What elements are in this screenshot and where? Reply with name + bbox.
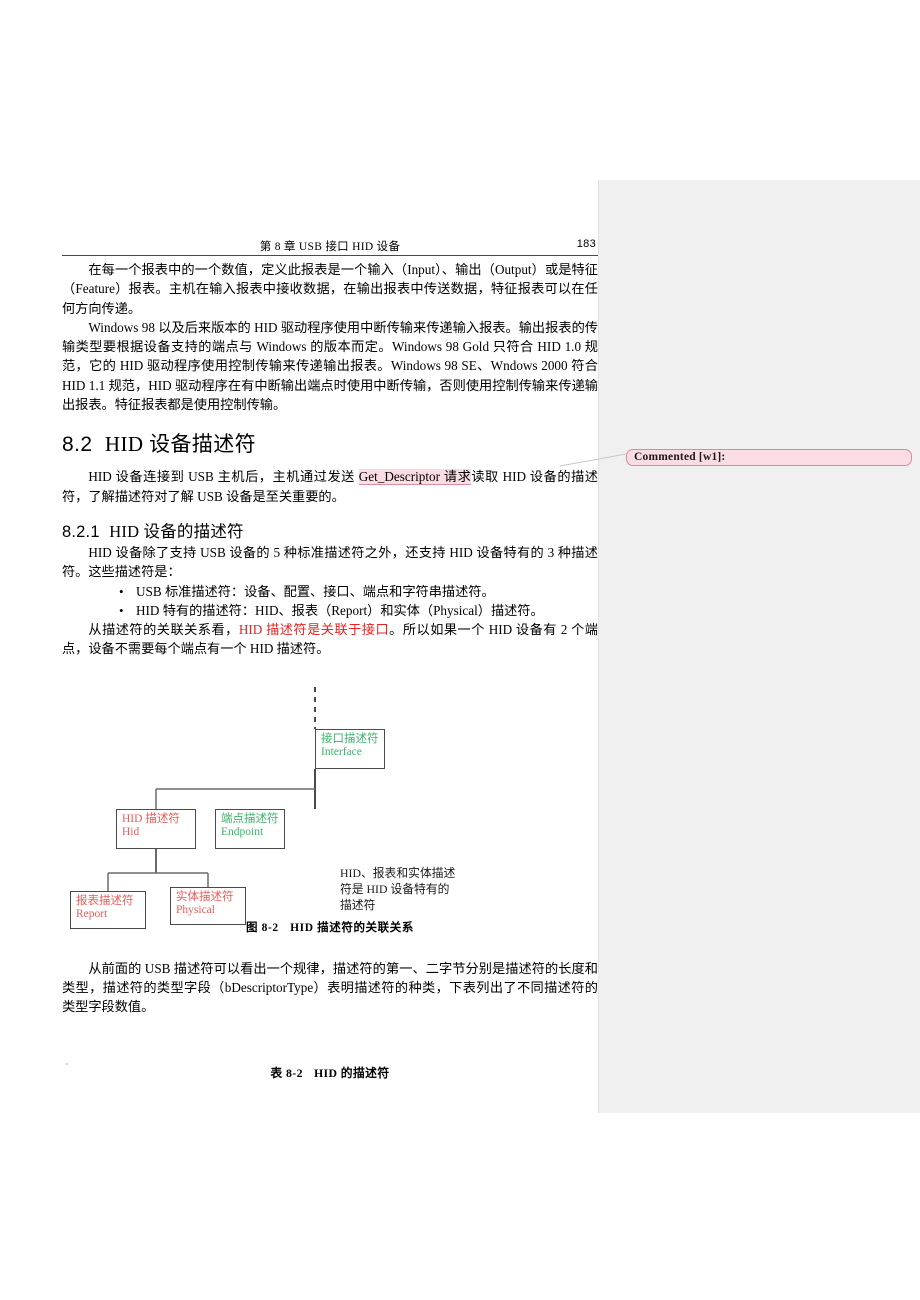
document-page: 第 8 章 USB 接口 HID 设备 183 在每一个报表中的一个数值，定义此… [0,0,920,1300]
paragraph-5-emphasis: HID 描述符是关联于接口 [238,622,390,638]
figure-node-endpoint: 端点描述符 Endpoint [215,808,285,849]
figure-caption-text: HID 描述符的关联关系 [290,921,414,934]
paragraph-6: 从前面的 USB 描述符可以看出一个规律，描述符的第一、二字节分别是描述符的长度… [62,960,598,1015]
subsection-heading-number: 8.2.1 [62,522,100,541]
paragraph-3-before: HID 设备连接到 USB 主机后，主机通过发送 [88,469,359,485]
page-number: 183 [576,238,596,250]
figure-node-physical-cn: 实体描述符 [176,890,234,903]
figure-node-interface-en: Interface [321,746,362,759]
paragraph-1: 在每一个报表中的一个数值，定义此报表是一个输入（Input）、输出（Output… [62,262,598,316]
table-caption-text: HID 的描述符 [313,1065,390,1080]
list-item-text: HID 特有的描述符：HID、报表（Report）和实体（Physical）描述… [136,602,544,618]
list-item: • USB 标准描述符：设备、配置、接口、端点和字符串描述符。 [62,582,598,601]
section-heading: 8.2 HID 设备描述符 [62,428,598,458]
paragraph-5-before: 从描述符的关联关系看， [88,622,239,638]
figure-node-interface-cn: 接口描述符 [321,732,379,745]
section-heading-title: HID 设备描述符 [104,432,257,457]
running-head-title: 第 8 章 USB 接口 HID 设备 [259,241,401,253]
scan-artifact [66,1063,68,1065]
figure-hid-descriptor-tree: 接口描述符 Interface HID 描述符 Hid 端点描述符 Endpoi… [62,677,598,937]
comment-leader-line [559,453,627,467]
figure-node-physical-en: Physical [176,904,215,917]
figure-connector-lines [107,686,316,891]
paragraph-4: HID 设备除了支持 USB 设备的 5 种标准描述符之外，还支持 HID 设备… [62,544,598,580]
figure-caption-number: 图 8-2 [246,921,279,934]
figure-node-endpoint-en: Endpoint [221,826,264,839]
paragraph-2: Windows 98 以及后来版本的 HID 驱动程序使用中断传输来传递输入报表… [62,319,598,413]
figure-node-report-cn: 报表描述符 [76,894,134,907]
section-heading-number: 8.2 [62,433,93,457]
subsection-heading-title: HID 设备的描述符 [109,521,244,541]
paragraph-3: HID 设备连接到 USB 主机后，主机通过发送 Get_Descriptor … [62,467,598,506]
figure-node-hid-en: Hid [122,826,140,839]
page-content: 第 8 章 USB 接口 HID 设备 183 在每一个报表中的一个数值，定义此… [62,238,598,1081]
comment-label: Commented [w1]: [634,451,726,463]
bullet-dot-icon: • [119,602,124,618]
running-head: 第 8 章 USB 接口 HID 设备 183 [62,238,598,256]
subsection-heading: 8.2.1 HID 设备的描述符 [62,518,598,542]
figure-node-hid-cn: HID 描述符 [122,812,180,825]
figure-note: HID、报表和实体描述符是 HID 设备特有的描述符 [340,865,456,912]
table-caption: 表 8-2 HID 的描述符 [62,1064,598,1081]
list-item: • HID 特有的描述符：HID、报表（Report）和实体（Physical）… [62,601,598,620]
descriptor-bullet-list: • USB 标准描述符：设备、配置、接口、端点和字符串描述符。 • HID 特有… [62,582,598,621]
bullet-dot-icon: • [119,583,124,599]
figure-caption: 图 8-2 HID 描述符的关联关系 [62,919,598,935]
figure-node-interface: 接口描述符 Interface [315,728,385,769]
figure-node-hid: HID 描述符 Hid [116,808,196,849]
paragraph-5: 从描述符的关联关系看，HID 描述符是关联于接口。所以如果一个 HID 设备有 … [62,620,598,659]
comment-bubble[interactable]: Commented [w1]: [626,449,912,466]
review-margin-panel [598,180,920,1113]
list-item-text: USB 标准描述符：设备、配置、接口、端点和字符串描述符。 [136,583,495,599]
figure-node-endpoint-cn: 端点描述符 [221,812,279,825]
comment-anchor-text[interactable]: Get_Descriptor 请求 [358,469,472,486]
table-caption-number: 表 8-2 [270,1065,303,1080]
